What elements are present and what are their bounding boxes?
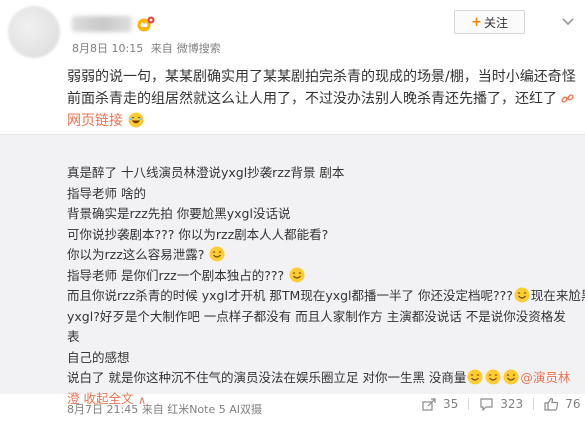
comment-count: 323: [500, 397, 524, 411]
repost-line: 真是醉了 十八线演员林澄说yxgl抄袭rzz背景 剧本: [67, 165, 345, 180]
repost-line: 指导老师 啥的: [67, 185, 146, 201]
repost-line-with-emoji: 你以为rzz这么容易泄露?: [67, 245, 577, 266]
vip-crown-icon: [137, 16, 155, 32]
post-content: 弱弱的说一句，某某剧确实用了某某剧拍完杀青的现成的场景/棚，当时小编还奇怪前面杀…: [67, 66, 579, 132]
share-button[interactable]: 35: [412, 397, 468, 411]
more-options-button[interactable]: [560, 14, 576, 30]
mention-link[interactable]: @演员林: [520, 370, 570, 385]
laughing-emoji-icon: [209, 246, 225, 262]
chevron-down-icon: [562, 18, 574, 26]
follow-label: 关注: [483, 15, 508, 30]
repost-actions: 35 323 76: [412, 397, 585, 411]
repost-line: 可你说抄袭剧本??? 你以为rzz剧本人人都能看?: [67, 226, 329, 242]
web-link[interactable]: 网页链接: [67, 113, 123, 129]
repost-line-with-emoji: 指导老师 是你们rzz一个剧本独占的???: [67, 266, 577, 287]
repost-line: 背景确实是rzz先拍 你要尬黑yxgl没话说: [67, 206, 291, 221]
repost-line: 自己的感想: [67, 349, 130, 365]
username-redacted[interactable]: [72, 16, 132, 32]
comment-button[interactable]: 323: [469, 397, 533, 411]
post-date[interactable]: 8月8日 10:15: [72, 42, 143, 55]
post-source[interactable]: 微博搜索: [177, 42, 221, 55]
share-icon: [422, 398, 436, 411]
repost-content: 真是醉了 十八线演员林澄说yxgl抄袭rzz背景 剧本 指导老师 啥的 背景确实…: [67, 163, 585, 410]
laughing-emoji-icon: [514, 287, 530, 303]
repost-date[interactable]: 8月7日 21:45: [67, 403, 138, 416]
share-count: 35: [443, 397, 459, 411]
repost-from-label: 来自: [141, 403, 164, 416]
link-icon: [561, 92, 575, 106]
repost-device: 红米Note 5 AI双摄: [167, 403, 263, 416]
post-from-label: 来自: [150, 42, 173, 55]
laughing-emoji-icon: [467, 369, 483, 385]
follow-button[interactable]: + 关注: [454, 10, 525, 34]
post-meta: 8月8日 10:15 来自 微博搜索: [72, 40, 225, 56]
repost-line-text: 你以为rzz这么容易泄露?: [67, 247, 205, 262]
laughing-emoji-icon: [289, 267, 305, 282]
repost-meta: 8月7日 21:45 来自 红米Note 5 AI双摄: [67, 401, 262, 417]
post-text: 弱弱的说一句，某某剧确实用了某某剧拍完杀青的现成的场景/棚，当时小编还奇怪前面杀…: [67, 69, 576, 107]
laughing-emoji-icon: [503, 369, 519, 385]
comment-icon: [480, 398, 493, 411]
repost-line-with-emoji: 而且你说rzz杀青的时候 yxgl才开机 那TM现在yxgl都播一半了 你还没定…: [67, 286, 585, 307]
repost-line-text: 而且你说rzz杀青的时候 yxgl才开机 那TM现在yxgl都播一半了 你还没定…: [67, 288, 513, 303]
repost-line-text: 说白了 就是你这种沉不住气的演员没法在娱乐圈立足 对你一生黑 没商量: [67, 370, 467, 385]
repost-line-text: 指导老师 是你们rzz一个剧本独占的???: [67, 267, 285, 283]
like-button[interactable]: 76: [534, 397, 585, 411]
laughing-emoji-icon: [128, 112, 144, 128]
thumbs-up-icon: [544, 397, 559, 411]
plus-icon: +: [471, 14, 482, 30]
like-count: 76: [565, 397, 581, 411]
repost-line-with-emoji: 说白了 就是你这种沉不住气的演员没法在娱乐圈立足 对你一生黑 没商量 @演员林: [67, 368, 577, 389]
repost-box: 真是醉了 十八线演员林澄说yxgl抄袭rzz背景 剧本 指导老师 啥的 背景确实…: [0, 134, 585, 416]
weibo-post-card: 8月8日 10:15 来自 微博搜索 + 关注 弱弱的说一句，某某剧确实用了某某剧…: [0, 0, 585, 427]
repost-line-text: 现在来尬黑: [530, 288, 585, 303]
laughing-emoji-icon: [485, 369, 501, 385]
avatar[interactable]: [8, 6, 60, 58]
repost-line: yxgl?好歹是个大制作吧 一点样子都没有 而且人家制作方 主演都没说话 不是说…: [67, 308, 566, 345]
